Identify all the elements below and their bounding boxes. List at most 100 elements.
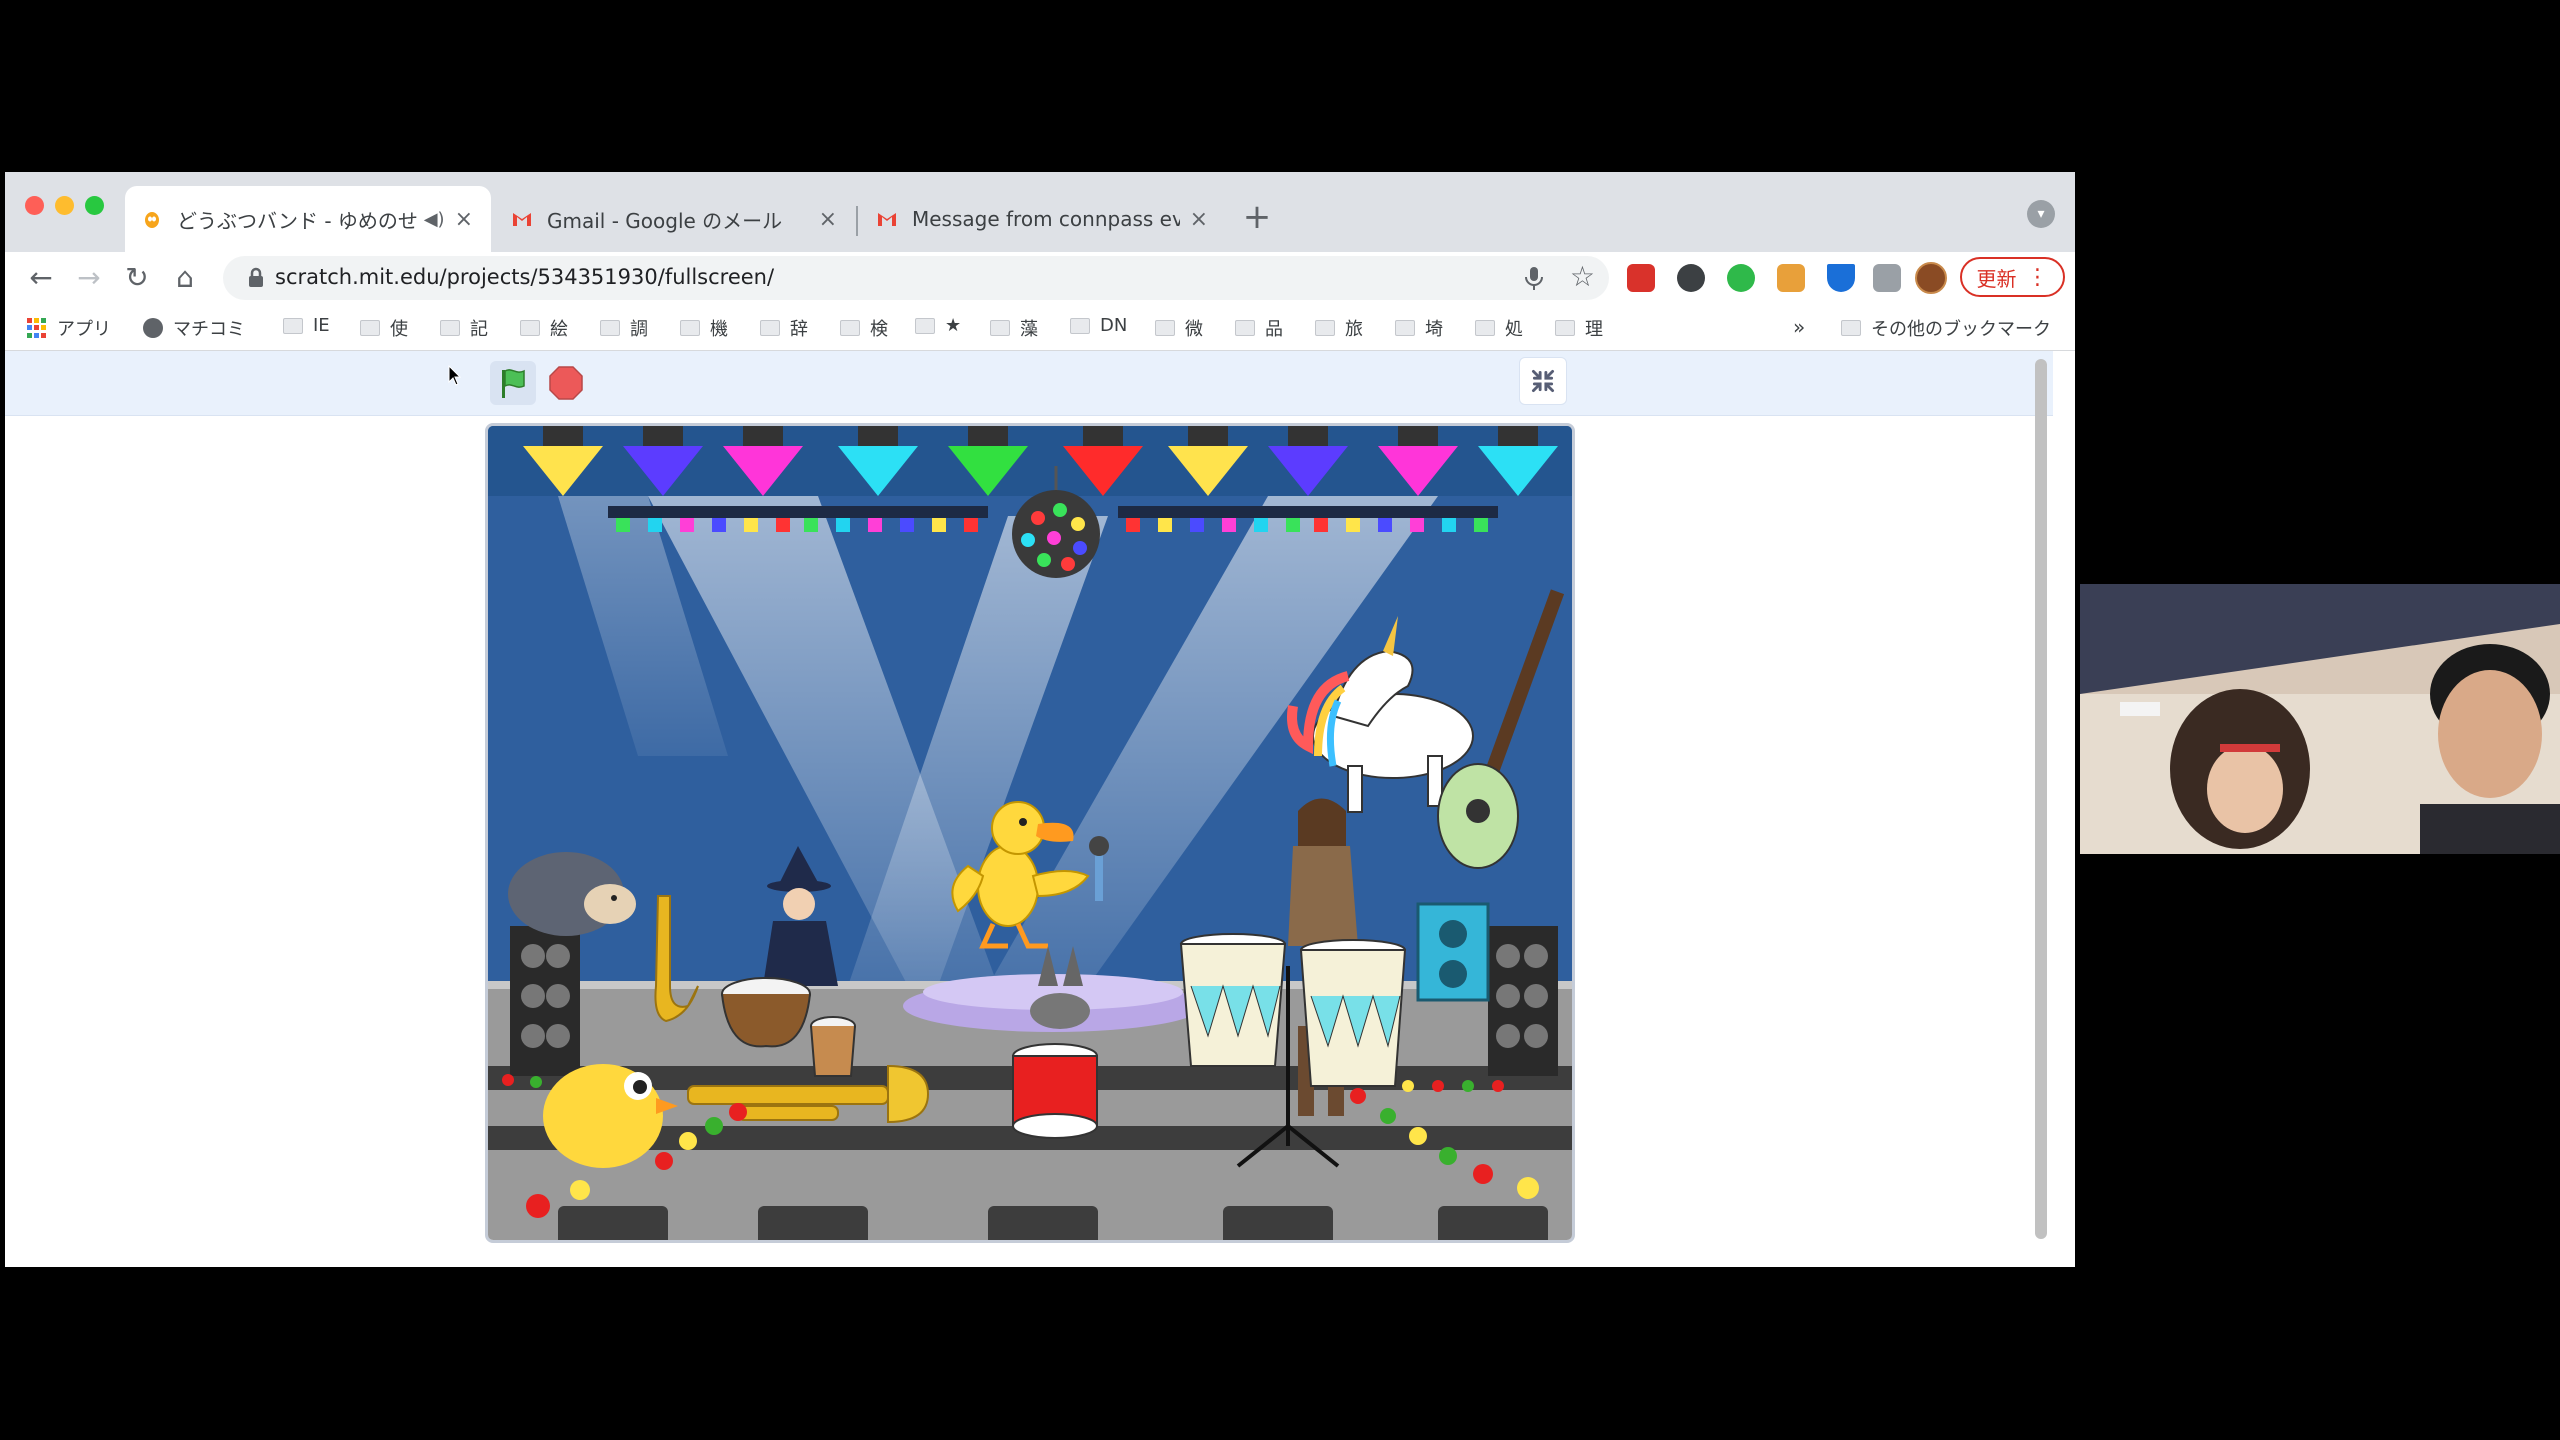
update-button[interactable]: 更新 ⋮ [1960, 257, 2065, 297]
stop-button[interactable] [549, 366, 583, 400]
profile-avatar[interactable] [1915, 262, 1947, 294]
close-tab-icon[interactable]: × [455, 207, 473, 232]
folder-icon [1155, 320, 1175, 336]
forward-button[interactable]: → [71, 260, 107, 296]
tab-audio-icon[interactable]: ◀) [424, 209, 445, 230]
bookmark-label: アプリ [57, 319, 111, 340]
bookmark-folder[interactable]: 記 [440, 315, 488, 341]
folder-icon [990, 320, 1010, 336]
bookmark-folder[interactable]: ★ [915, 315, 961, 336]
bookmark-label: 検 [870, 319, 888, 340]
folder-icon [360, 320, 380, 336]
exit-fullscreen-icon [1531, 369, 1555, 393]
address-bar[interactable]: scratch.mit.edu/projects/534351930/fulls… [223, 256, 1609, 300]
tab-gmail[interactable]: Gmail - Google のメール × [495, 186, 855, 252]
bookmark-label: 記 [470, 319, 488, 340]
bookmark-label: 処 [1505, 319, 1523, 340]
extension-y-icon[interactable] [1827, 264, 1855, 292]
folder-icon [520, 320, 540, 336]
bookmark-label: 調 [630, 319, 648, 340]
update-label: 更新 [1976, 266, 2017, 291]
bookmark-folder[interactable]: 処 [1475, 315, 1523, 341]
bookmark-folder[interactable]: 理 [1555, 315, 1603, 341]
extension-palette-icon[interactable] [1777, 264, 1805, 292]
green-flag-button[interactable] [490, 361, 536, 405]
bookmark-label: 絵 [550, 319, 568, 340]
bookmark-label: 辞 [790, 319, 808, 340]
tab-scratch-project[interactable]: どうぶつバンド - ゆめのせかい ◀) × [125, 186, 491, 252]
bookmark-star-icon[interactable]: ☆ [1570, 260, 1595, 293]
folder-icon [680, 320, 700, 336]
bookmark-folder[interactable]: 辞 [760, 315, 808, 341]
folder-icon [283, 317, 303, 334]
bookmark-label: 微 [1185, 319, 1203, 340]
webcam-people-image [2080, 584, 2560, 854]
bookmark-folder[interactable]: 藻 [990, 315, 1038, 341]
bookmark-folder[interactable]: 埼 [1395, 315, 1443, 341]
bookmark-label: 旅 [1345, 319, 1363, 340]
scratch-player-controls [5, 351, 2053, 416]
page-scrollbar[interactable] [2035, 359, 2047, 1239]
extensions-puzzle-icon[interactable] [1873, 264, 1901, 292]
zoom-window-button[interactable] [85, 196, 104, 215]
tab-connpass-message[interactable]: Message from connpass event × [860, 186, 1226, 252]
tab-title: Gmail - Google のメール [547, 208, 783, 233]
blue-speaker [1416, 902, 1490, 1002]
tab-search-icon[interactable]: ▾ [2027, 200, 2055, 228]
bookmark-label: IE [313, 315, 330, 336]
tab-separator [856, 206, 858, 236]
back-button[interactable]: ← [23, 260, 59, 296]
bookmark-folder[interactable]: 絵 [520, 315, 568, 341]
gmail-icon [878, 213, 896, 226]
close-tab-icon[interactable]: × [819, 207, 837, 232]
browser-window: どうぶつバンド - ゆめのせかい ◀) × Gmail - Google のメー… [5, 172, 2075, 1267]
scratch-stage[interactable] [485, 423, 1575, 1243]
home-button[interactable]: ⌂ [167, 260, 203, 296]
close-tab-icon[interactable]: × [1190, 207, 1208, 232]
minimize-window-button[interactable] [55, 196, 74, 215]
page-content [5, 351, 2053, 1267]
lock-icon [249, 267, 263, 287]
bookmark-label: 埼 [1425, 319, 1443, 340]
folder-icon [1555, 320, 1575, 336]
evernote-icon[interactable] [1727, 264, 1755, 292]
reload-button[interactable]: ↻ [119, 260, 155, 296]
bookmark-label: 品 [1265, 319, 1283, 340]
scratch-cat-icon [145, 212, 159, 228]
folder-icon [1841, 320, 1861, 336]
bookmark-folder[interactable]: 機 [680, 315, 728, 341]
snare-drum-sprite [1012, 1043, 1098, 1139]
tab-title: どうぶつバンド - ゆめのせかい [177, 208, 418, 233]
bookmark-folder[interactable]: IE [283, 315, 330, 336]
bookmark-label: 機 [710, 319, 728, 340]
extension-globe-icon[interactable] [1677, 264, 1705, 292]
mouse-cursor-icon [448, 365, 462, 386]
bookmark-folder[interactable]: 検 [840, 315, 888, 341]
title-bar: どうぶつバンド - ゆめのせかい ◀) × Gmail - Google のメー… [5, 172, 2075, 252]
bookmark-folder[interactable]: 旅 [1315, 315, 1363, 341]
bookmark-machicomi[interactable]: マチコミ [143, 315, 245, 341]
bookmark-folder[interactable]: 品 [1235, 315, 1283, 341]
bookmark-other-folder[interactable]: その他のブックマーク [1841, 315, 2051, 341]
url-text: scratch.mit.edu/projects/534351930/fulls… [275, 265, 775, 289]
speaker-stack-right [1488, 926, 1558, 1076]
microphone-icon[interactable] [1521, 264, 1547, 292]
browser-toolbar: ← → ↻ ⌂ scratch.mit.edu/projects/5343519… [5, 252, 2075, 304]
bookmark-folder[interactable]: 使 [360, 315, 408, 341]
new-tab-button[interactable]: + [1237, 198, 1277, 238]
extension-red-icon[interactable] [1627, 264, 1655, 292]
bookmark-folder[interactable]: 調 [600, 315, 648, 341]
bookmark-label: 理 [1585, 319, 1603, 340]
folder-icon [1315, 320, 1335, 336]
bookmark-folder[interactable]: DN [1070, 315, 1127, 336]
bookmarks-overflow-button[interactable]: » [1793, 315, 1805, 339]
folder-icon [760, 320, 780, 336]
bookmark-apps[interactable]: アプリ [27, 315, 111, 341]
bookmark-folder[interactable]: 微 [1155, 315, 1203, 341]
folder-icon [840, 320, 860, 336]
webcam-video-feed [2080, 584, 2560, 854]
folder-icon [1070, 317, 1090, 334]
close-window-button[interactable] [25, 196, 44, 215]
exit-fullscreen-button[interactable] [1519, 357, 1567, 405]
apps-grid-icon [27, 318, 47, 338]
